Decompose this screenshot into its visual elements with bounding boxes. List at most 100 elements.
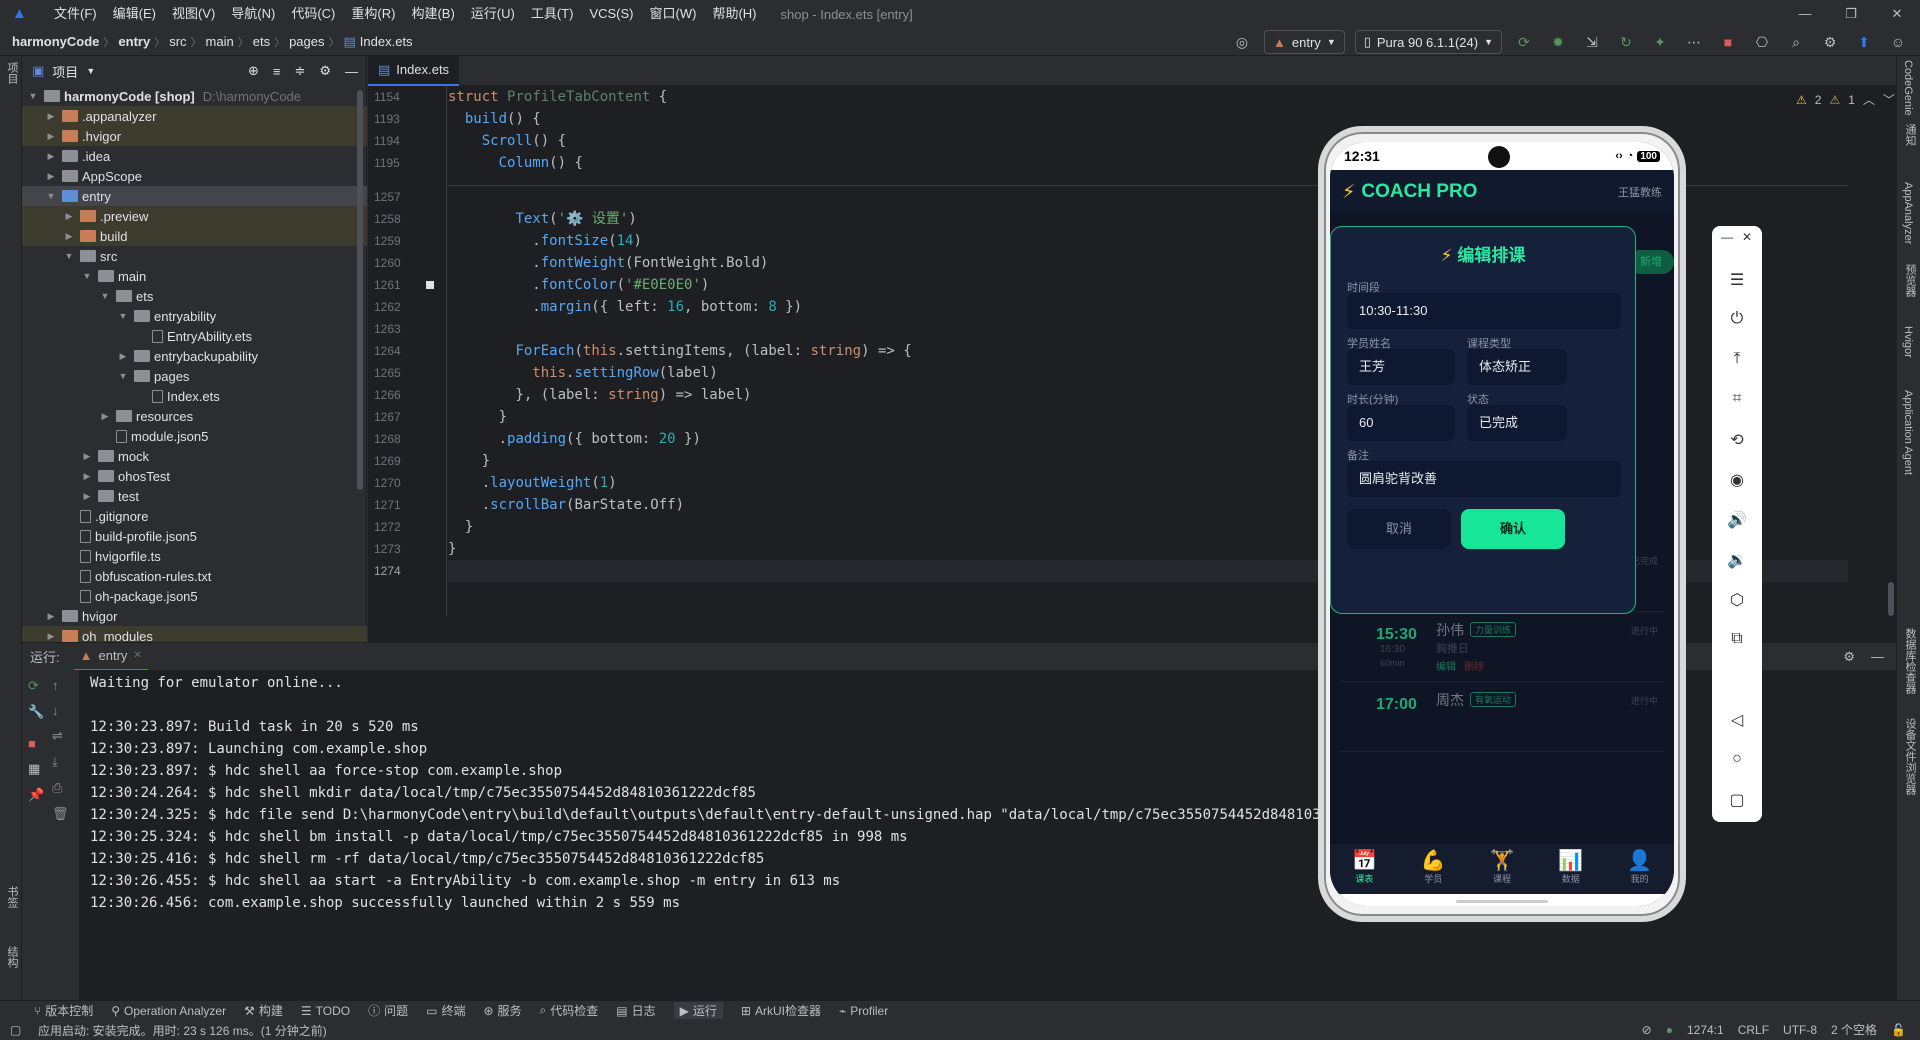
menu-icon[interactable]: ☰ xyxy=(1712,270,1762,290)
tree-item[interactable]: ▶ .hvigor xyxy=(22,126,367,146)
chevron-down-icon[interactable]: ▼ xyxy=(44,191,58,201)
tree-item[interactable]: ▶ hvigor xyxy=(22,606,367,626)
multi-screen-icon[interactable]: ⧉ xyxy=(1712,630,1762,648)
lesson-edit-link[interactable]: 编辑 xyxy=(1436,658,1456,673)
app-tab[interactable]: 👤 我的 xyxy=(1605,844,1674,894)
chevron-down-icon[interactable]: ▼ xyxy=(26,91,40,101)
tree-item[interactable]: ▼ entryability xyxy=(22,306,367,326)
crop-icon[interactable]: ⌗ xyxy=(1712,390,1762,408)
chevron-right-icon[interactable]: ▶ xyxy=(44,631,58,642)
editor-scrollbar[interactable] xyxy=(1888,582,1894,616)
confirm-button[interactable]: 确认 xyxy=(1461,509,1565,549)
wrench-icon[interactable]: 🔧 xyxy=(28,704,44,720)
volume-down-icon[interactable]: 🔉 xyxy=(1712,550,1762,570)
collapse-all-icon[interactable]: ≑ xyxy=(294,63,305,79)
tree-item[interactable]: ▼ src xyxy=(22,246,367,266)
search-icon[interactable]: ⌕ xyxy=(1784,34,1808,51)
chevron-right-icon[interactable]: ▶ xyxy=(80,471,94,482)
chevron-right-icon[interactable]: ▶ xyxy=(44,611,58,622)
rotate-icon[interactable]: ⟲ xyxy=(1712,430,1762,450)
gutter-marker-icon[interactable] xyxy=(426,281,434,289)
bottom-tool-button[interactable]: ⊛ 服务 xyxy=(483,1002,521,1019)
status-message[interactable]: 应用启动: 安装完成。用时: 23 s 126 ms。(1 分钟之前) xyxy=(38,1022,327,1039)
run-config-select[interactable]: ▲ entry ▼ xyxy=(1264,30,1345,54)
bottom-tool-button[interactable]: ⓘ 问题 xyxy=(368,1002,408,1019)
bookmarks-tool-button[interactable]: 书签 xyxy=(4,886,20,908)
right-tool-button[interactable]: 设备文件浏览器 xyxy=(1902,718,1918,795)
indent-setting[interactable]: 2 个空格 xyxy=(1831,1020,1877,1040)
device-select[interactable]: ▯ Pura 90 6.1.1(24) ▼ xyxy=(1354,30,1502,54)
shake-icon[interactable]: ⬡ xyxy=(1712,590,1762,610)
more-run-icon[interactable]: ⋯ xyxy=(1682,34,1706,51)
menu-item[interactable]: 代码(C) xyxy=(283,0,343,28)
bottom-tool-button[interactable]: ▶ 运行 xyxy=(673,1002,723,1019)
chevron-down-icon[interactable]: ▼ xyxy=(80,271,94,281)
time-input[interactable]: 10:30-11:30 xyxy=(1347,293,1621,329)
file-encoding[interactable]: UTF-8 xyxy=(1783,1020,1817,1040)
chevron-right-icon[interactable]: ▶ xyxy=(44,151,58,162)
stop-icon[interactable]: ■ xyxy=(1716,34,1740,50)
right-tool-button[interactable]: 数据库检查器 xyxy=(1902,628,1918,694)
close-tab-icon[interactable]: ✕ xyxy=(133,650,141,661)
menu-item[interactable]: 构建(B) xyxy=(403,0,462,28)
right-tool-button[interactable]: Hvigor xyxy=(1902,326,1914,358)
bottom-tool-button[interactable]: ⑂ 版本控制 xyxy=(34,1002,93,1019)
tree-item[interactable]: ▶ .idea xyxy=(22,146,367,166)
course-type-input[interactable]: 体态矫正 xyxy=(1467,349,1567,385)
code-line[interactable]: struct ProfileTabContent { xyxy=(448,86,1848,108)
hide-panel-icon[interactable]: — xyxy=(345,64,358,79)
tree-item[interactable]: ▶ .appanalyzer xyxy=(22,106,367,126)
location-icon[interactable]: ◉ xyxy=(1712,470,1762,490)
project-scrollbar[interactable] xyxy=(357,90,363,490)
breadcrumb-item[interactable]: src xyxy=(165,34,190,49)
tree-item[interactable]: ▶ entrybackupability xyxy=(22,346,367,366)
home-icon[interactable]: ○ xyxy=(1712,750,1762,768)
line-separator[interactable]: CRLF xyxy=(1738,1020,1769,1040)
chevron-right-icon[interactable]: ▶ xyxy=(80,451,94,462)
breadcrumb-item[interactable]: entry xyxy=(114,34,154,49)
tree-item[interactable]: .gitignore xyxy=(22,506,367,526)
breadcrumb-item[interactable]: harmonyCode xyxy=(8,34,103,49)
right-tool-button[interactable]: CodeGenie xyxy=(1902,60,1914,116)
tree-item[interactable]: ▶ resources xyxy=(22,406,367,426)
chevron-up-icon[interactable]: ︿ xyxy=(1863,91,1875,108)
bottom-tool-button[interactable]: ⊞ ArkUI检查器 xyxy=(741,1002,821,1019)
close-window-icon[interactable]: ✕ xyxy=(1874,0,1920,28)
menu-item[interactable]: 帮助(H) xyxy=(704,0,764,28)
volume-up-icon[interactable]: 🔊 xyxy=(1712,510,1762,530)
back-icon[interactable]: ◁ xyxy=(1712,710,1762,730)
bottom-tool-button[interactable]: ⚲ Operation Analyzer xyxy=(111,1004,226,1018)
right-tool-button[interactable]: 通知 xyxy=(1902,124,1918,146)
student-input[interactable]: 王芳 xyxy=(1347,349,1455,385)
tree-item[interactable]: hvigorfile.ts xyxy=(22,546,367,566)
debug-icon[interactable]: ✹ xyxy=(1546,34,1570,51)
tree-item[interactable]: ▼ main xyxy=(22,266,367,286)
chevron-right-icon[interactable]: ▶ xyxy=(62,211,76,222)
profile-icon[interactable]: ✦ xyxy=(1648,34,1672,51)
chevron-down-icon[interactable]: ▼ xyxy=(86,66,95,76)
tree-item[interactable]: Index.ets xyxy=(22,386,367,406)
no-issues-icon[interactable]: ⊘ xyxy=(1642,1020,1652,1040)
rerun-icon[interactable]: ⟳ xyxy=(1512,34,1536,51)
tree-item[interactable]: ▼ harmonyCode [shop] D:\harmonyCode xyxy=(22,86,367,106)
lock-icon[interactable]: 🔓 xyxy=(1891,1020,1906,1040)
chevron-right-icon[interactable]: ▶ xyxy=(44,131,58,142)
tree-item[interactable]: obfuscation-rules.txt xyxy=(22,566,367,586)
lesson-card[interactable]: 17:00 周杰 有氧运动 进行中 xyxy=(1340,684,1664,752)
bottom-tool-button[interactable]: ⚒ 构建 xyxy=(244,1002,283,1019)
stop-icon[interactable]: ■ xyxy=(28,736,44,751)
expand-all-icon[interactable]: ≡ xyxy=(273,64,281,79)
bottom-tool-button[interactable]: ⌕ 代码检查 xyxy=(540,1002,599,1019)
lesson-delete-link[interactable]: 删除 xyxy=(1464,658,1484,673)
breadcrumb-item[interactable]: Index.ets xyxy=(356,34,417,49)
phone-screen[interactable]: 12:31 ‹› ◔ 100 ⚡ COACH PRO 王猛教练 14:0015:… xyxy=(1330,142,1674,906)
tree-item[interactable]: ▼ ets xyxy=(22,286,367,306)
chevron-down-icon[interactable]: ▼ xyxy=(98,291,112,301)
bottom-tool-button[interactable]: ☰ TODO xyxy=(301,1004,350,1018)
breadcrumb-item[interactable]: pages xyxy=(285,34,328,49)
chevron-down-icon[interactable]: ﹀ xyxy=(1883,91,1895,108)
menu-item[interactable]: 编辑(E) xyxy=(105,0,164,28)
tree-item[interactable]: ▶ test xyxy=(22,486,367,506)
restore-icon[interactable]: ❐ xyxy=(1828,0,1874,28)
trash-icon[interactable]: 🗑 xyxy=(52,806,69,822)
